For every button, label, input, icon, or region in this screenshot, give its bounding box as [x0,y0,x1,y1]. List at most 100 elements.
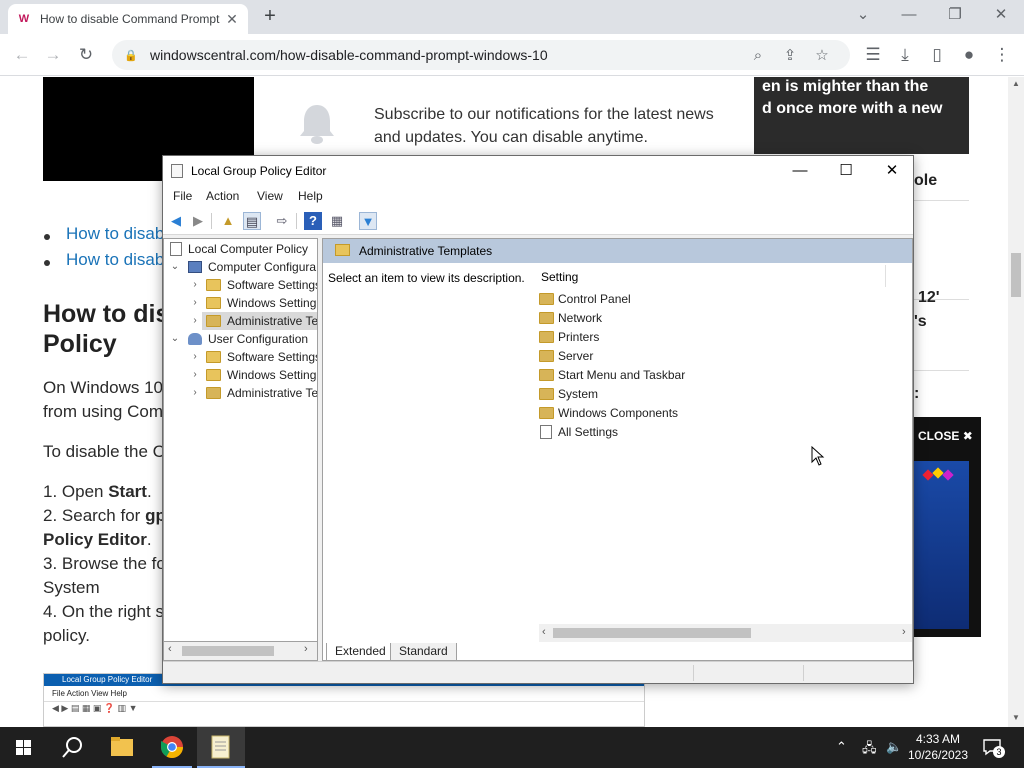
heading-line: Policy [43,330,117,358]
action-center-button[interactable]: 3 [982,738,1005,758]
scroll-left-arrow-icon[interactable]: ‹ [168,643,172,655]
mini-toolbar: ◀ ▶ ▤ ▦ ▣ ❓ ▥ ▼ [44,701,644,715]
profile-avatar-icon[interactable]: ● [956,42,982,68]
filter-icon[interactable]: ▼ [359,212,377,230]
article-link[interactable]: How to disab [66,224,164,244]
download-icon[interactable]: ⤓ [892,42,918,68]
scroll-down-arrow-icon[interactable]: ▼ [1008,713,1024,722]
tree-item-computer-administrative-templates[interactable]: › Administrative Te [193,312,317,330]
scroll-right-arrow-icon[interactable]: › [304,643,308,655]
divider [914,200,969,201]
chevron-right-icon[interactable]: › [190,348,200,366]
lock-icon[interactable]: 🔒 [124,49,142,62]
address-url[interactable]: windowscentral.com/how-disable-command-p… [150,47,742,63]
search-icon [62,737,82,758]
tree-item-user-administrative-templates[interactable]: › Administrative Te [168,384,317,402]
menu-file[interactable]: File [173,189,192,203]
chevron-right-icon[interactable]: › [190,366,200,384]
gpe-menubar: File Action View Help [163,186,913,208]
details-scroll-thumb[interactable] [553,628,751,638]
tree-item-computer-software-settings[interactable]: › Software Settings [168,276,317,294]
page-scrollbar[interactable]: ▲ ▼ [1008,77,1024,727]
tree-item-user-windows-settings[interactable]: › Windows Setting [168,366,316,384]
notification-count-badge: 3 [993,746,1005,758]
reading-list-icon[interactable]: ☰ [860,42,886,68]
window-close-button[interactable]: ✕ [978,0,1024,30]
gpe-minimize-button[interactable]: — [777,156,823,186]
browser-menu-icon[interactable]: ⋮ [989,42,1015,68]
show-hide-tree-icon[interactable]: ▤ [243,212,261,230]
back-icon[interactable]: ◀ [167,212,185,230]
details-horizontal-scrollbar[interactable]: ‹ › [539,624,912,642]
chevron-right-icon[interactable]: › [190,312,200,330]
gpe-maximize-button[interactable]: ☐ [823,156,869,186]
tree-item-computer-configuration[interactable]: ⌄ Computer Configura [168,258,316,276]
chevron-right-icon[interactable]: › [190,294,200,312]
tree-item-user-software-settings[interactable]: › Software Settings [168,348,317,366]
all-settings-icon [540,425,552,439]
export-list-icon[interactable]: ⇨ [273,212,291,230]
network-icon[interactable]: 🖧 [862,739,877,761]
article-link[interactable]: How to disab [66,250,164,270]
gpe-close-button[interactable]: ✕ [869,156,915,186]
search-icon[interactable]: ⌕ [742,47,774,64]
menu-view[interactable]: View [257,189,283,203]
share-icon[interactable]: ⇪ [774,46,806,64]
new-tab-button[interactable]: + [258,4,282,30]
folder-icon [539,369,554,381]
volume-icon[interactable]: 🔈 [886,739,902,755]
status-divider [693,665,694,681]
ad-close-button[interactable]: CLOSE ✖ [918,429,973,443]
chrome-icon [161,736,183,758]
tree-item-user-configuration[interactable]: ⌄ User Configuration [168,330,308,348]
help-icon[interactable]: ? [304,212,322,230]
window-restore-button[interactable]: ❐ [932,0,978,30]
taskbar-search-button[interactable] [48,727,96,768]
promo-banner[interactable]: en is mighter than the d once more with … [754,77,969,154]
scroll-up-arrow-icon[interactable]: ▲ [1008,79,1024,88]
tree-scroll-thumb[interactable] [182,646,274,656]
file-explorer-button[interactable] [98,727,146,768]
tree-item-computer-windows-settings[interactable]: › Windows Setting [168,294,316,312]
menu-help[interactable]: Help [298,189,323,203]
chevron-down-icon[interactable]: ⌄ [170,258,180,276]
tab-standard[interactable]: Standard [390,643,457,661]
address-bar[interactable]: 🔒 windowscentral.com/how-disable-command… [112,40,850,70]
window-minimize-button[interactable]: — [886,0,932,30]
taskbar-clock[interactable]: 4:33 AM 10/26/2023 [906,731,970,763]
scroll-left-arrow-icon[interactable]: ‹ [542,626,546,638]
start-button[interactable] [0,727,48,768]
chrome-button[interactable] [148,727,196,768]
forward-icon[interactable]: ▶ [189,212,207,230]
menu-action[interactable]: Action [206,189,239,203]
chevron-right-icon[interactable]: › [190,276,200,294]
group-policy-editor-taskbar-button[interactable] [197,727,245,768]
column-divider[interactable] [885,265,886,287]
back-arrow-icon[interactable]: ← [9,42,35,68]
properties-icon[interactable]: ▦ [328,212,346,230]
setting-column-header[interactable]: Setting [541,270,578,284]
step-line: System [43,578,100,597]
page-scroll-thumb[interactable] [1011,253,1021,297]
scroll-right-arrow-icon[interactable]: › [902,626,906,638]
browser-tab[interactable]: W How to disable Command Prompt ✕ [8,4,248,34]
step-line: Policy Editor. [43,530,152,550]
tree-horizontal-scrollbar[interactable]: ‹ › [163,641,318,661]
tab-extended[interactable]: Extended [326,643,395,661]
gpe-titlebar[interactable]: Local Group Policy Editor — ☐ ✕ [163,156,913,186]
tree-item-local-computer-policy[interactable]: Local Computer Policy [168,240,308,258]
up-folder-icon[interactable]: ▲ [219,212,237,230]
forward-arrow-icon[interactable]: → [40,42,66,68]
bookmark-star-icon[interactable]: ☆ [806,46,838,64]
chevron-right-icon[interactable]: › [190,384,200,402]
tab-search-chevron-icon[interactable]: ⌄ [840,0,886,30]
clock-time: 4:33 AM [915,732,961,746]
mini-menu: File Action View Help [52,689,127,698]
group-policy-editor-window: Local Group Policy Editor — ☐ ✕ File Act… [162,155,914,684]
side-panel-icon[interactable]: ▯ [924,42,950,68]
tree-label: Windows Setting [227,296,317,310]
chevron-down-icon[interactable]: ⌄ [170,330,180,348]
reload-icon[interactable]: ↻ [73,42,99,68]
tab-close-icon[interactable]: ✕ [224,11,240,28]
show-hidden-icons-chevron-icon[interactable]: ⌃ [836,739,847,755]
